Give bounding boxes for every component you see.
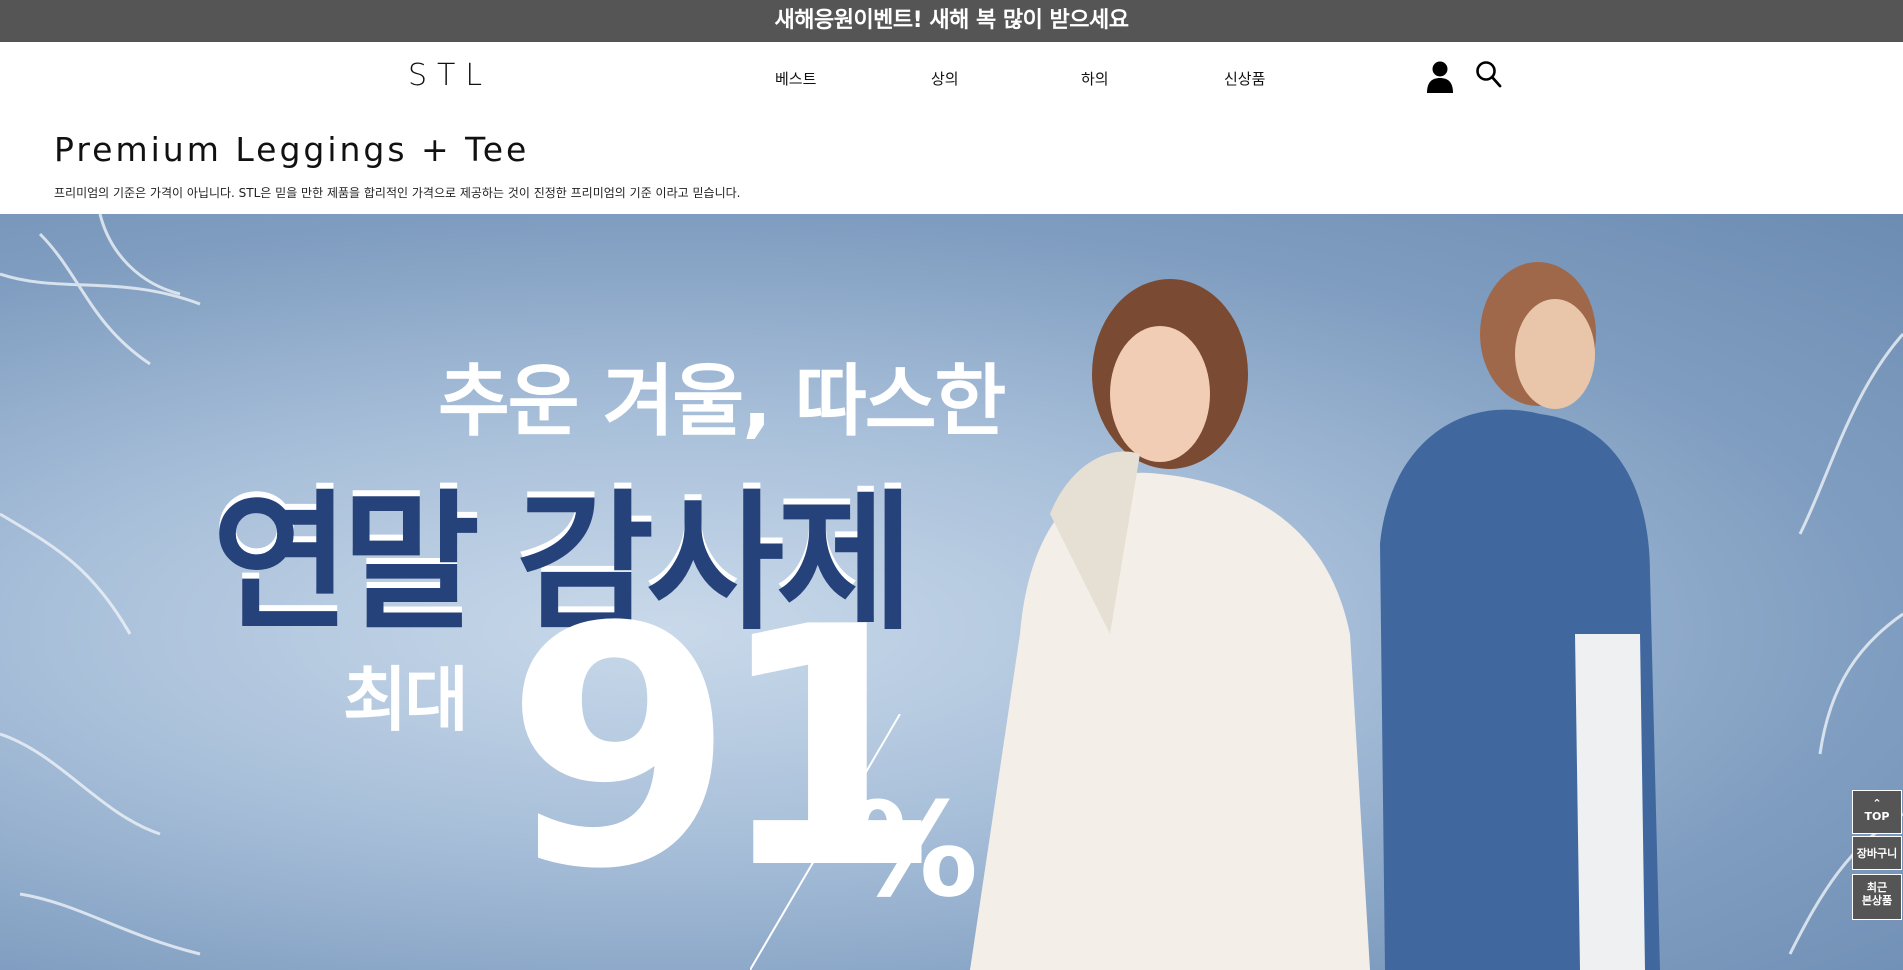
top-label: TOP (1864, 810, 1890, 823)
site-logo[interactable]: STL (408, 58, 492, 93)
promo-text: 새해응원이벤트! 새해 복 많이 받으세요 (774, 8, 1129, 33)
cart-label: 장바구니 (1856, 847, 1898, 860)
banner-headline: 추운 겨울, 따스한 (438, 357, 1006, 447)
banner-percent: % (848, 774, 978, 926)
hero-banner[interactable]: 추운 겨울, 따스한 연말 감사제 최대 91 % (0, 214, 1903, 970)
nav-bottoms[interactable]: 하의 (1081, 68, 1109, 89)
recent-label-2: 본상품 (1861, 894, 1893, 907)
page-subtitle: 프리미엄의 기준은 가격이 아닙니다. STL은 믿을 만한 제품을 합리적인 … (54, 186, 741, 200)
recent-label-1: 최근 (1866, 881, 1888, 894)
page-title: Premium Leggings + Tee (54, 130, 530, 169)
scroll-top-button[interactable]: ⌃ TOP (1852, 790, 1902, 834)
recent-items-button[interactable]: 최근 본상품 (1852, 874, 1902, 920)
site-header: STL 베스트 상의 하의 신상품 (0, 42, 1903, 112)
promo-banner-bar[interactable]: 새해응원이벤트! 새해 복 많이 받으세요 (0, 0, 1903, 42)
cart-button[interactable]: 장바구니 (1852, 836, 1902, 870)
nav-tops[interactable]: 상의 (931, 68, 959, 89)
banner-max-label: 최대 (343, 659, 469, 741)
nav-best[interactable]: 베스트 (775, 68, 816, 89)
search-icon[interactable] (1475, 60, 1503, 90)
user-icon[interactable] (1426, 60, 1454, 94)
nav-new[interactable]: 신상품 (1224, 68, 1265, 89)
chevron-up-icon: ⌃ (1872, 797, 1882, 810)
